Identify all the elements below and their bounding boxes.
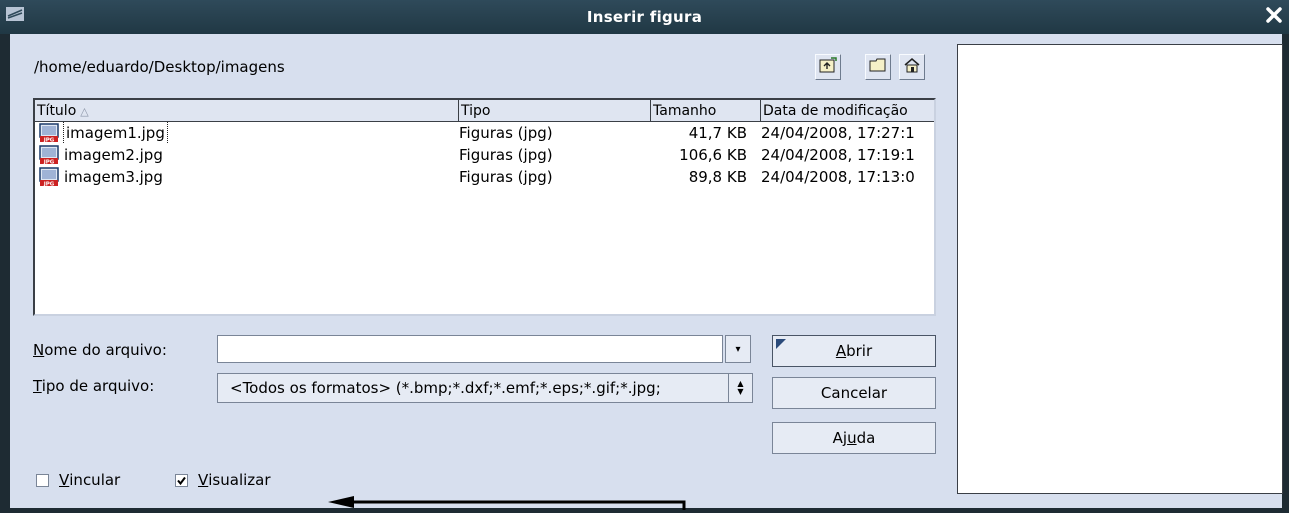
new-folder-icon <box>869 57 887 77</box>
file-list-header: Título △ Tipo Tamanho Data de modificação <box>35 100 934 122</box>
link-checkbox-row[interactable]: Vincular <box>36 471 120 489</box>
chevron-down-icon: ▾ <box>735 343 741 355</box>
preview-label-accel: V <box>198 471 209 489</box>
spin-updown-icon[interactable]: ▲ ▼ <box>728 374 752 402</box>
jpg-file-icon: JPG <box>39 167 59 188</box>
dialog-body: /home/eduardo/Desktop/imagens Título △ Ti… <box>10 34 1283 510</box>
preview-checkbox[interactable] <box>175 473 188 487</box>
file-size: 106,6 KB <box>679 146 747 164</box>
file-size: 41,7 KB <box>688 124 747 142</box>
help-button[interactable]: Ajuda <box>772 422 936 454</box>
file-size: 89,8 KB <box>688 168 747 186</box>
help-button-label-pre: Aj <box>832 429 848 447</box>
jpg-file-icon: JPG <box>39 145 59 166</box>
current-path: /home/eduardo/Desktop/imagens <box>34 58 285 76</box>
default-button-marker <box>776 339 786 349</box>
image-preview-pane <box>957 44 1283 494</box>
column-header-title[interactable]: Título △ <box>35 100 459 122</box>
insert-picture-dialog: Inserir figura /home/eduardo/Desktop/ima… <box>0 0 1289 513</box>
title-bar[interactable]: Inserir figura <box>0 0 1289 34</box>
svg-text:JPG: JPG <box>43 160 55 166</box>
filename-label-text: ome do arquivo: <box>44 341 167 359</box>
filetype-select[interactable]: <Todos os formatos> (*.bmp;*.dxf;*.emf;*… <box>217 373 753 403</box>
svg-text:JPG: JPG <box>43 138 55 144</box>
file-type: Figuras (jpg) <box>459 168 553 186</box>
filename-label: Nome do arquivo: <box>33 341 167 359</box>
sort-ascending-icon: △ <box>80 105 89 118</box>
filename-input[interactable] <box>217 335 723 363</box>
annotation-arrow-icon <box>328 496 686 510</box>
column-size-label: Tamanho <box>653 103 717 119</box>
file-name: imagem1.jpg <box>63 122 168 144</box>
jpg-file-icon: JPG <box>39 123 59 144</box>
file-name-cell: JPG imagem3.jpg <box>39 166 457 188</box>
file-list[interactable]: Título △ Tipo Tamanho Data de modificação… <box>33 98 936 316</box>
link-checkbox[interactable] <box>36 473 49 487</box>
file-name: imagem3.jpg <box>64 168 163 186</box>
home-button[interactable] <box>899 54 925 80</box>
preview-label: isualizar <box>208 471 271 489</box>
file-name: imagem2.jpg <box>64 146 163 164</box>
filetype-label-accel: T <box>33 377 42 395</box>
open-button[interactable]: Abrir <box>772 335 936 367</box>
column-header-size[interactable]: Tamanho <box>651 100 761 122</box>
new-folder-button[interactable] <box>865 54 891 80</box>
column-type-label: Tipo <box>461 103 491 119</box>
link-label-accel: V <box>59 471 70 489</box>
column-header-type[interactable]: Tipo <box>459 100 651 122</box>
cancel-button[interactable]: Cancelar <box>772 377 936 409</box>
up-folder-button[interactable] <box>815 54 841 80</box>
file-name-cell: JPG imagem2.jpg <box>39 144 457 166</box>
file-date: 24/04/2008, 17:27:1 <box>761 124 915 142</box>
close-icon[interactable] <box>1265 6 1283 28</box>
column-date-label: Data de modificação <box>763 103 908 119</box>
file-date: 24/04/2008, 17:13:0 <box>761 168 915 186</box>
open-button-label: brir <box>846 342 873 360</box>
filetype-value: <Todos os formatos> (*.bmp;*.dxf;*.emf;*… <box>230 379 661 397</box>
home-icon <box>903 57 921 77</box>
file-row[interactable]: JPG imagem3.jpg Figuras (jpg) 89,8 KB 24… <box>35 166 934 188</box>
link-label: incular <box>69 471 121 489</box>
column-title-label: Título <box>37 103 77 119</box>
filetype-label: Tipo de arquivo: <box>33 377 154 395</box>
filetype-label-text: ipo de arquivo: <box>41 377 155 395</box>
file-type: Figuras (jpg) <box>459 124 553 142</box>
folder-up-icon <box>819 57 837 77</box>
window-title: Inserir figura <box>586 8 703 26</box>
file-row[interactable]: JPG imagem1.jpg Figuras (jpg) 41,7 KB 24… <box>35 122 934 144</box>
filename-history-dropdown[interactable]: ▾ <box>725 335 751 363</box>
help-button-accel: u <box>847 429 857 447</box>
open-button-accel: A <box>835 342 847 360</box>
column-header-date[interactable]: Data de modificação <box>761 100 934 122</box>
filename-label-accel: N <box>33 341 45 359</box>
file-type: Figuras (jpg) <box>459 146 553 164</box>
file-name-cell: JPG imagem1.jpg <box>39 122 457 144</box>
preview-checkbox-row[interactable]: Visualizar <box>175 471 271 489</box>
file-date: 24/04/2008, 17:19:1 <box>761 146 915 164</box>
help-button-label-rest: da <box>856 429 876 447</box>
file-row[interactable]: JPG imagem2.jpg Figuras (jpg) 106,6 KB 2… <box>35 144 934 166</box>
svg-text:JPG: JPG <box>43 182 55 188</box>
checkmark-icon <box>177 476 186 485</box>
